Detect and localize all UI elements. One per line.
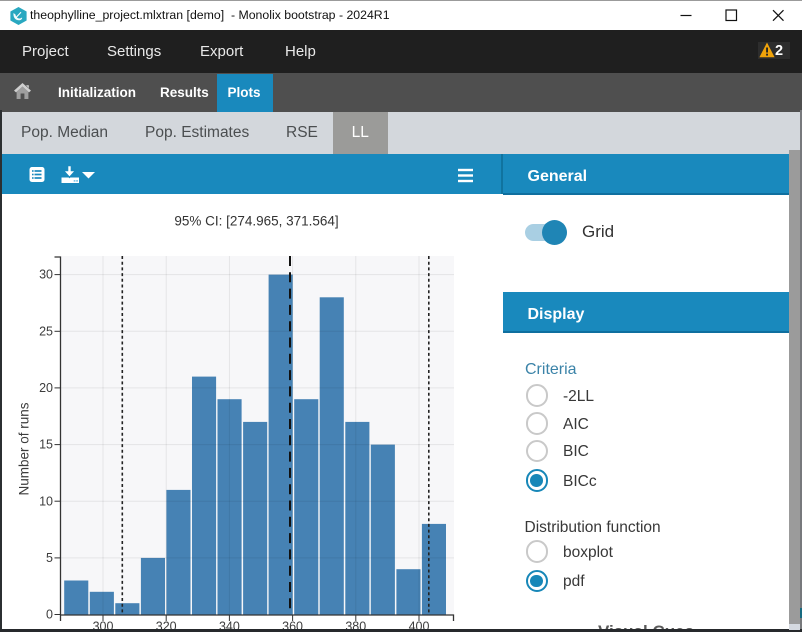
svg-text:95% CI: [274.965, 371.564]: 95% CI: [274.965, 371.564] — [174, 214, 338, 229]
svg-text:15: 15 — [39, 438, 53, 452]
svg-text:10: 10 — [39, 494, 53, 508]
svg-text:Number of runs: Number of runs — [17, 402, 32, 495]
svg-text:5: 5 — [46, 551, 53, 565]
svg-text:0: 0 — [46, 608, 53, 622]
svg-text:20: 20 — [39, 381, 53, 395]
svg-text:25: 25 — [39, 324, 53, 338]
svg-text:30: 30 — [39, 268, 53, 282]
